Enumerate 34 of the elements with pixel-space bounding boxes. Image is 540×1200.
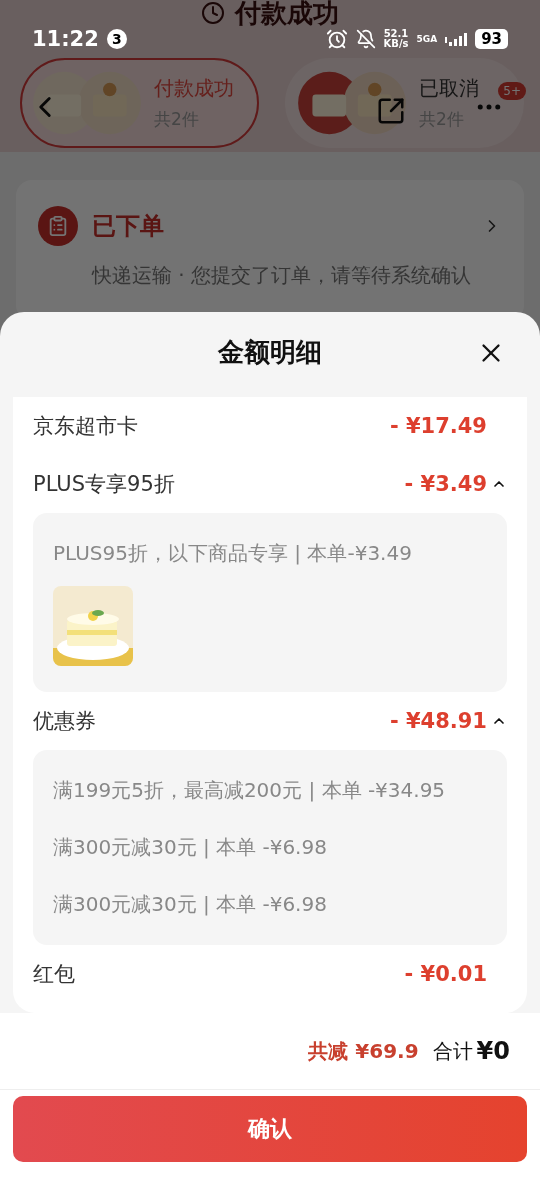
order-icon bbox=[38, 206, 78, 246]
notification-count: 3 bbox=[106, 29, 127, 49]
detail-text: 满199元5折，最高减200元 | 本单 -¥34.95 bbox=[53, 777, 447, 805]
total-label: 合计 bbox=[432, 1037, 473, 1065]
alarm-icon bbox=[325, 28, 348, 50]
bell-off-icon bbox=[355, 29, 376, 49]
discount-label: 优惠券 bbox=[33, 708, 97, 736]
status-time: 11:22 bbox=[32, 27, 99, 51]
discount-total: 共减 ¥69.9 bbox=[308, 1037, 419, 1065]
discount-label: 京东超市卡 bbox=[33, 413, 139, 441]
sheet-title: 金额明细 bbox=[218, 336, 322, 370]
page-title: 付款成功 bbox=[235, 0, 339, 26]
clock-icon bbox=[201, 1, 225, 25]
order-status: 付款成功 bbox=[154, 75, 234, 102]
detail-text: PLUS95折，以下商品专享 | 本单-¥3.49 bbox=[53, 540, 413, 568]
discount-amount: - ¥17.49 bbox=[389, 414, 487, 439]
discount-amount: - ¥48.91 bbox=[389, 709, 487, 734]
battery-level: 93 bbox=[475, 29, 508, 49]
network-speed: 52.1 KB/s bbox=[383, 29, 409, 49]
detail-text: 满300元减30元 | 本单 -¥6.98 bbox=[53, 834, 328, 862]
discount-label: 红包 bbox=[33, 961, 76, 989]
progress-title: 已下单 bbox=[92, 211, 165, 242]
message-badge: 5+ bbox=[498, 82, 526, 100]
order-status: 已取消 bbox=[419, 75, 479, 102]
signal-icon bbox=[445, 32, 468, 46]
discount-amount: - ¥0.01 bbox=[404, 962, 487, 987]
discount-amount: - ¥3.49 bbox=[404, 472, 487, 497]
network-type: 5GA bbox=[416, 34, 438, 44]
share-icon[interactable] bbox=[376, 96, 406, 126]
discount-label: PLUS专享95折 bbox=[33, 471, 176, 499]
confirm-button[interactable]: 确认 bbox=[13, 1096, 527, 1163]
detail-text: 满300元减30元 | 本单 -¥6.98 bbox=[53, 891, 328, 919]
progress-text: 快递运输 · 您提交了订单，请等待系统确认 bbox=[90, 262, 473, 289]
total-amount: ¥0 bbox=[476, 1037, 510, 1066]
